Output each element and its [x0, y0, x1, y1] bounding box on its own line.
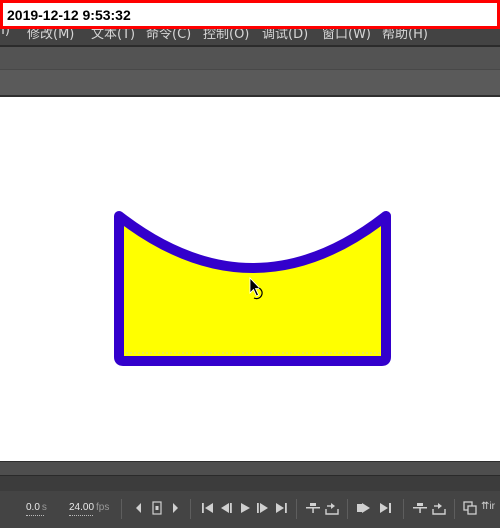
timeline-separator	[403, 499, 404, 519]
timeline-divider	[0, 475, 500, 491]
duplicate-icon[interactable]	[462, 500, 478, 516]
menu-item-window[interactable]: 窗口(W)	[322, 29, 371, 42]
play-icon[interactable]	[237, 500, 253, 516]
menu-item-insert[interactable]: (I)	[0, 29, 10, 38]
chevron-left-icon[interactable]	[131, 500, 147, 516]
truncated-label: ⇈ir	[481, 501, 495, 512]
timeline-header	[0, 461, 500, 475]
edit-multiple-frames-icon[interactable]	[412, 500, 428, 516]
chevron-right-icon[interactable]	[167, 500, 183, 516]
stage-canvas[interactable]	[0, 97, 500, 461]
menu-item-modify[interactable]: 修改(M)	[27, 29, 74, 42]
stage-svg	[114, 211, 391, 366]
menu-item-commands[interactable]: 命令(C)	[146, 29, 191, 42]
current-time[interactable]: 0.0 s	[26, 502, 47, 513]
onion-skin-outline-icon[interactable]	[378, 500, 394, 516]
timeline-separator	[347, 499, 348, 519]
edit-bar	[0, 47, 500, 69]
modify-markers-icon[interactable]	[431, 500, 447, 516]
timeline-controls: 0.0 s 24.00 fps ⇈ir	[0, 491, 500, 528]
go-to-first-frame-icon[interactable]	[200, 500, 216, 516]
center-frame-icon[interactable]	[305, 500, 321, 516]
timestamp-label: 2019-12-12 9:53:32	[0, 0, 500, 29]
onion-skin-icon[interactable]	[356, 500, 372, 516]
frame-rate-underline	[69, 515, 93, 516]
timeline-separator	[454, 499, 455, 519]
go-to-last-frame-icon[interactable]	[273, 500, 289, 516]
menu-item-text[interactable]: 文本(T)	[91, 29, 135, 42]
menu-item-control[interactable]: 控制(O)	[203, 29, 249, 42]
current-time-underline	[26, 515, 44, 516]
timeline-separator	[296, 499, 297, 519]
menu-bar: (I) 修改(M) 文本(T) 命令(C) 控制(O) 调试(D) 窗口(W) …	[0, 29, 500, 45]
step-back-icon[interactable]	[218, 500, 234, 516]
playhead-center-icon[interactable]	[149, 500, 165, 516]
menu-item-debug[interactable]: 调试(D)	[262, 29, 308, 42]
timeline-separator	[121, 499, 122, 519]
frame-rate[interactable]: 24.00 fps	[69, 502, 109, 513]
loop-icon[interactable]	[324, 500, 340, 516]
timeline-separator	[190, 499, 191, 519]
menu-item-help[interactable]: 帮助(H)	[382, 29, 428, 42]
step-forward-icon[interactable]	[255, 500, 271, 516]
document-tab-strip	[0, 69, 500, 95]
